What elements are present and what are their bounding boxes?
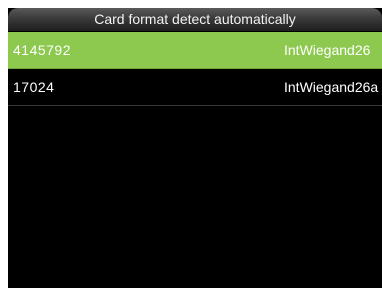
- card-number: 17024: [13, 79, 55, 95]
- screen-title: Card format detect automatically: [8, 8, 382, 31]
- card-format-list: 4145792 IntWiegand26 17024 IntWiegand26a: [8, 32, 382, 106]
- card-number: 4145792: [13, 42, 72, 58]
- device-screen: Card format detect automatically 4145792…: [8, 8, 382, 288]
- list-item-card-2[interactable]: 17024 IntWiegand26a: [8, 69, 382, 106]
- list-item-card-1[interactable]: 4145792 IntWiegand26: [8, 32, 382, 69]
- card-format: IntWiegand26: [284, 42, 371, 58]
- card-format: IntWiegand26a: [284, 79, 379, 95]
